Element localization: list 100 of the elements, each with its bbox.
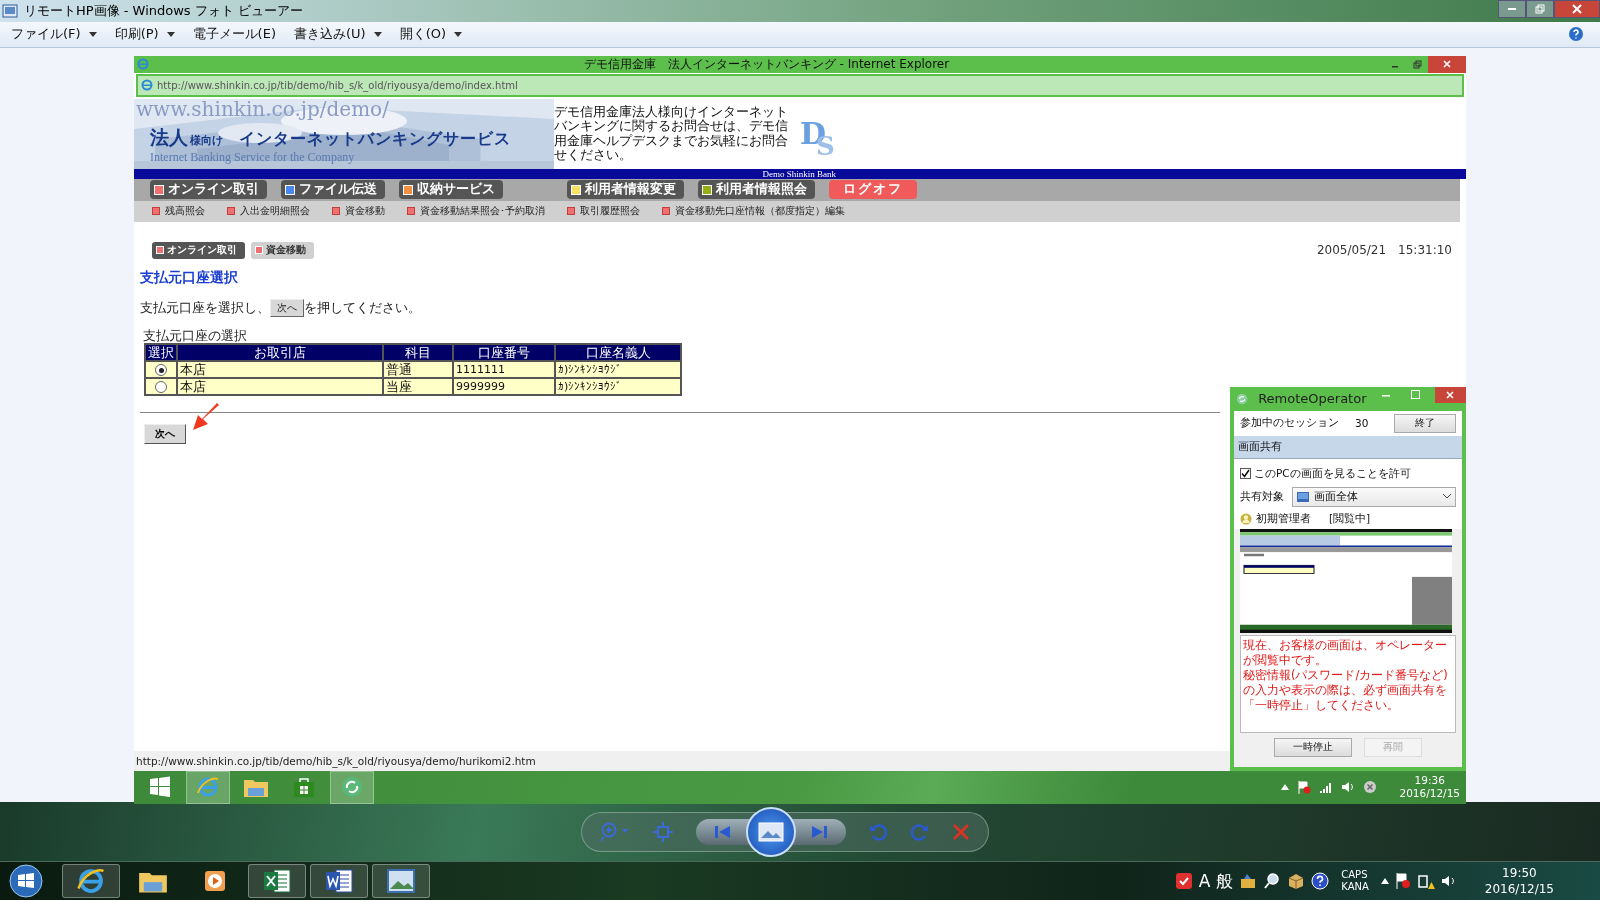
start-button[interactable]: [8, 863, 44, 900]
bank-name: Demo Shinkin Bank: [762, 168, 836, 179]
nav-tab[interactable]: 利用者情報照会: [698, 180, 815, 200]
close-circle-icon[interactable]: [1363, 780, 1378, 795]
close-button[interactable]: [1554, 0, 1600, 18]
warning-text: 現在、お客様の画面は、オペレーターが閲覧中です。: [1243, 637, 1448, 668]
clock-date: 2016/12/15: [1484, 881, 1554, 898]
spreadsheet-icon: [262, 867, 292, 896]
browser-title: デモ信用金庫 法人インターネットバンキング - Internet Explorer: [582, 55, 951, 73]
nav-tab[interactable]: 利用者情報変更: [567, 180, 684, 200]
sub-nav-link[interactable]: 資金移動結果照会･予約取消: [407, 204, 545, 219]
caps-indicator: CAPS: [1341, 869, 1369, 882]
kana-indicator: KANA: [1341, 881, 1369, 894]
signal-icon[interactable]: [1319, 781, 1334, 794]
maximize-icon: [1410, 390, 1420, 400]
caret-icon[interactable]: [1380, 878, 1389, 885]
menu-item[interactable]: 開く(O): [394, 23, 468, 46]
status-url: http://www.shinkin.co.jp/tib/demo/hib_s/k_old/riyousya/demo/hurikomi2.htm: [136, 754, 536, 767]
next-button[interactable]: 次へ: [144, 423, 186, 444]
close-icon: [1572, 4, 1582, 14]
table-caption: 支払元口座の選択: [143, 328, 248, 343]
slideshow-icon: [758, 821, 784, 842]
menu-item[interactable]: ファイル(F): [6, 23, 102, 46]
nav-tab[interactable]: オンライン取引: [150, 180, 267, 200]
taskbar-app[interactable]: [248, 864, 306, 899]
watermark-url: www.shinkin.co.jp/demo/: [136, 98, 390, 119]
warning-text: 秘密情報(パスワード/カード番号など)の入力や表示の際は、必ず画面共有を「一時停止」してください。: [1243, 667, 1449, 713]
slideshow-button[interactable]: [746, 806, 796, 857]
radio-button[interactable]: [155, 381, 167, 394]
share-target-dropdown[interactable]: 画面全体: [1292, 486, 1456, 507]
toolbox-icon[interactable]: [1239, 872, 1258, 891]
banner-title: 様向け: [190, 132, 223, 148]
photo-viewer-icon: [2, 2, 18, 19]
taskbar-app[interactable]: [62, 864, 120, 899]
end-button[interactable]: 終了: [1394, 413, 1456, 433]
power-warning-icon[interactable]: [1416, 872, 1435, 891]
address-bar[interactable]: http://www.shinkin.co.jp/tib/demo/hib_s/k_old/riyousya/demo/index.html: [136, 73, 1464, 97]
menu-item[interactable]: 電子メール(E): [187, 23, 281, 46]
window-title: RemoteOperator: [1258, 391, 1367, 407]
sub-nav-link[interactable]: 入出金明細照会: [227, 204, 310, 219]
sync-circle-icon: [340, 775, 364, 800]
column-header: 選択: [145, 343, 177, 361]
session-label: 参加中のセッション: [1240, 416, 1339, 431]
column-header: 口座番号: [453, 343, 555, 361]
nav-tab[interactable]: ファイル伝送: [281, 180, 385, 200]
close-icon: [1446, 390, 1455, 399]
restore-button[interactable]: [1526, 0, 1554, 18]
taskbar-app[interactable]: [372, 864, 430, 899]
ime-mode[interactable]: A: [1198, 871, 1211, 892]
banner-title: 法人: [150, 124, 188, 150]
check-badge-icon[interactable]: [1174, 872, 1193, 891]
document-icon: [324, 867, 354, 896]
column-header: お取引店: [177, 343, 383, 361]
user-icon: [1240, 512, 1252, 525]
minimize-button[interactable]: [1498, 0, 1526, 18]
browser-icon: [137, 58, 149, 71]
column-header: 科目: [383, 343, 453, 361]
restore-icon: [1412, 59, 1422, 69]
flag-icon[interactable]: [1297, 780, 1312, 795]
monitor-icon: [1297, 491, 1309, 502]
banner-subtitle: Internet Banking Service for the Company: [150, 150, 356, 164]
package-icon[interactable]: [1287, 872, 1306, 891]
help-icon[interactable]: [1311, 872, 1330, 891]
column-header: 口座名義人: [555, 343, 681, 361]
breadcrumb-tab[interactable]: 資金移動: [251, 241, 314, 259]
arrow-icon: [191, 401, 221, 432]
url-text: http://www.shinkin.co.jp/tib/demo/hib_s/k_old/riyousya/demo/index.html: [157, 79, 518, 91]
instruction-text: 支払元口座を選択し、: [140, 298, 270, 317]
viewer-status: [閲覧中]: [1329, 511, 1371, 526]
nav-tab[interactable]: 収納サービス: [399, 180, 503, 200]
restore-icon: [1535, 4, 1545, 14]
clock-time: 19:50: [1502, 865, 1537, 882]
sub-nav-link[interactable]: 資金移動先口座情報（都度指定）編集: [662, 204, 845, 219]
browser-icon: [141, 79, 153, 92]
sub-nav-link[interactable]: 取引履歴照会: [567, 204, 640, 219]
clock-date: 2016/12/15: [1399, 787, 1460, 801]
checkbox[interactable]: [1240, 468, 1251, 480]
viewer-name: 初期管理者: [1256, 511, 1311, 526]
magnifier-icon[interactable]: [1263, 872, 1282, 891]
sync-circle-icon: [1236, 391, 1249, 406]
close-button[interactable]: [1428, 55, 1466, 73]
ime-mode[interactable]: 般: [1216, 869, 1234, 893]
taskbar-app[interactable]: [310, 864, 368, 899]
windows-logo-icon: [149, 776, 171, 799]
sub-nav-link[interactable]: 残高照会: [152, 204, 205, 219]
banner-title: インターネットバンキングサービス: [239, 128, 511, 150]
share-target-label: 共有対象: [1240, 489, 1284, 504]
session-count: 30: [1355, 417, 1369, 430]
close-icon: [1443, 60, 1451, 69]
instruction-text: を押してください。: [304, 298, 421, 317]
flag-icon[interactable]: [1394, 872, 1411, 891]
menu-item[interactable]: 書き込み(U): [288, 23, 387, 46]
breadcrumb-tab[interactable]: オンライン取引: [152, 241, 245, 259]
chevron-down-icon: [1443, 494, 1451, 500]
window-title: リモートHP画像 - Windows フォト ビューアー: [24, 1, 303, 20]
radio-button[interactable]: [155, 364, 167, 377]
menu-item[interactable]: 印刷(P): [109, 23, 180, 46]
bank-logo: DS: [800, 118, 835, 161]
sub-nav-link[interactable]: 資金移動: [332, 204, 385, 219]
action-button[interactable]: 一時停止: [1274, 737, 1352, 757]
